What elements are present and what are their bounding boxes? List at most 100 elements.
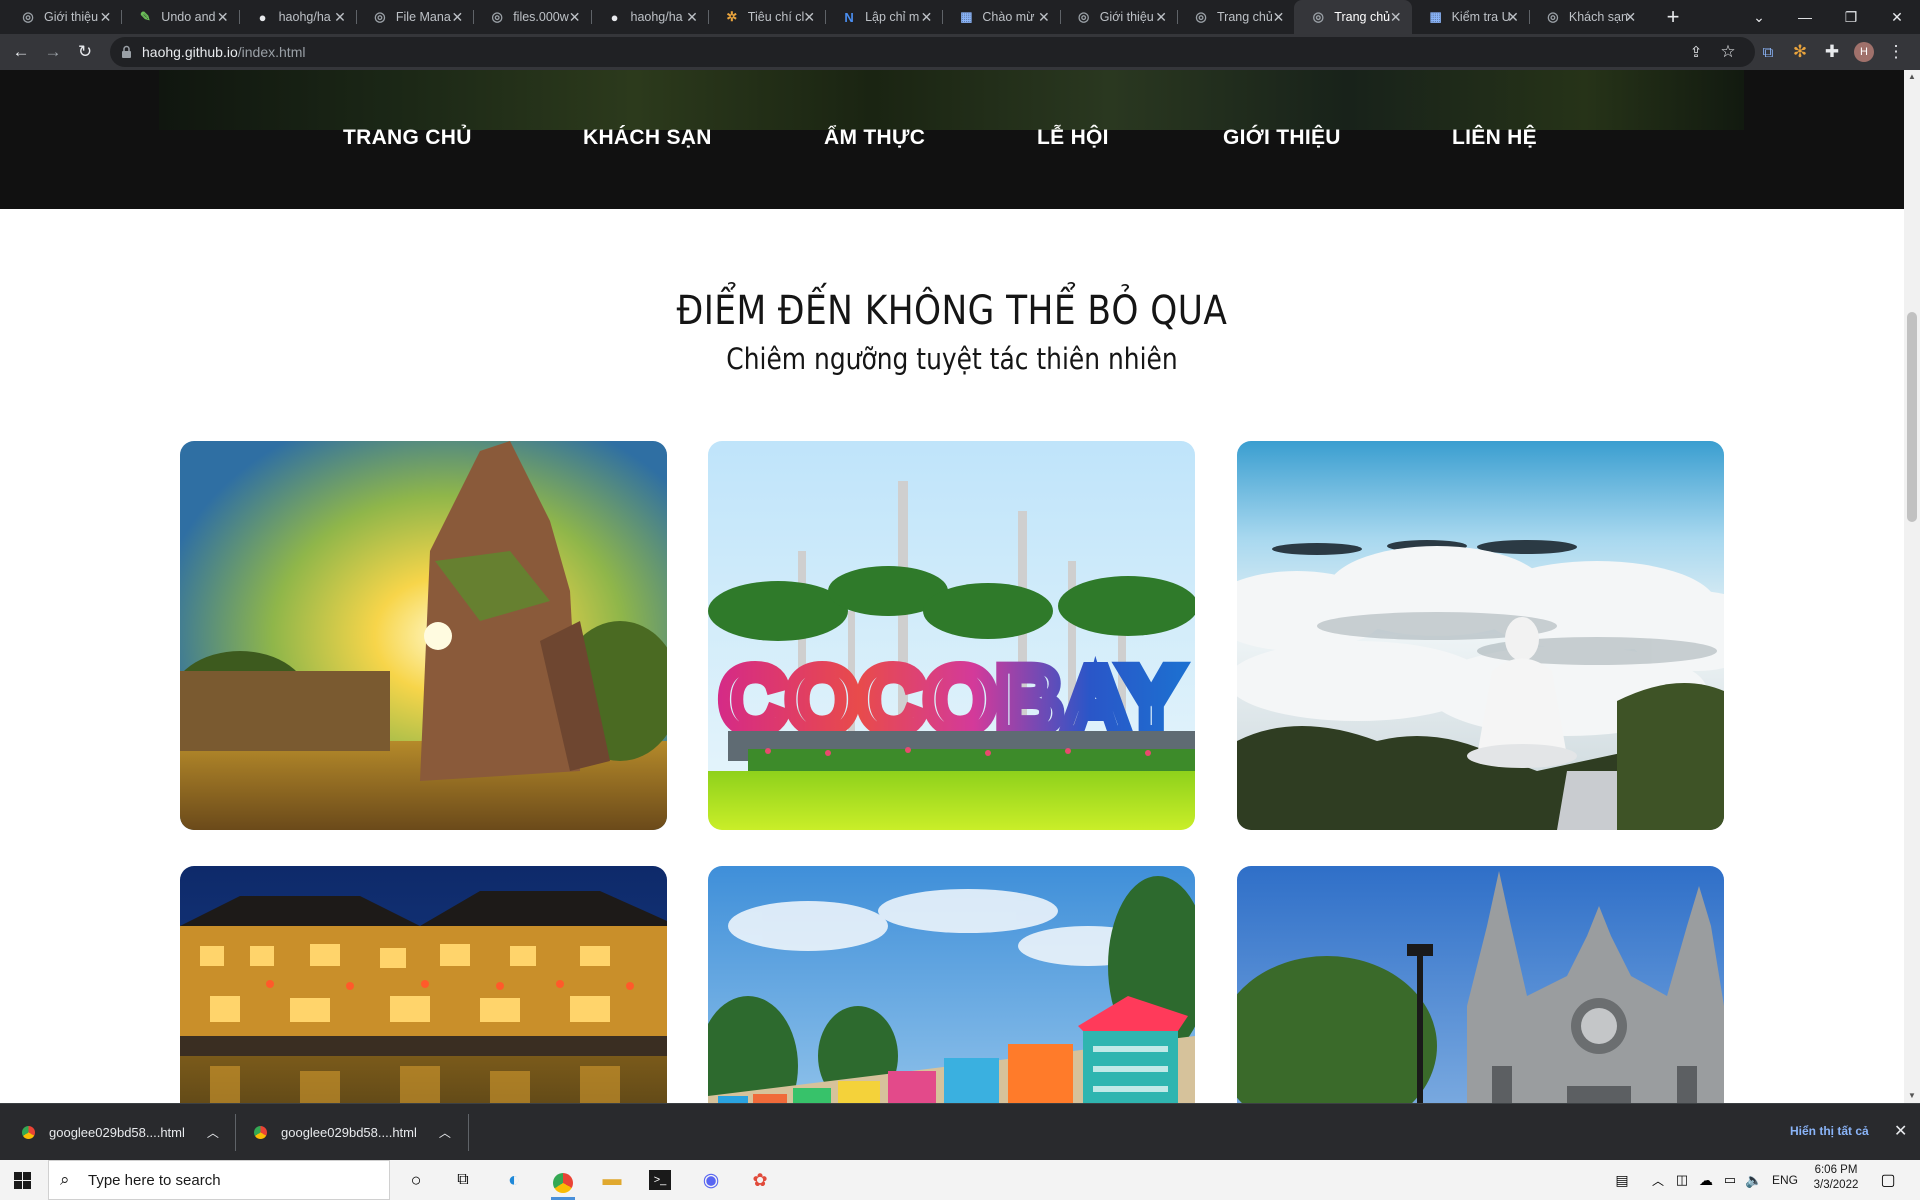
restore-icon[interactable]: ❐ <box>1828 0 1874 34</box>
onedrive-icon[interactable]: ☁ <box>1694 1168 1718 1192</box>
nav-trang-chu[interactable]: TRANG CHỦ <box>343 126 472 150</box>
browser-tab[interactable]: ● haohg/ha ✕ <box>591 0 708 34</box>
close-tab-icon[interactable]: ✕ <box>1507 9 1519 26</box>
download-item-2[interactable]: googlee029bd58....html ︿ <box>254 1104 451 1161</box>
back-icon[interactable]: ← <box>9 40 33 64</box>
scroll-down-arrow-icon[interactable]: ▼ <box>1908 1091 1916 1100</box>
tab-title: Chào mừ <box>982 10 1035 24</box>
taskbar-search-box[interactable]: ⌕ Type here to search <box>48 1160 390 1200</box>
file-explorer-icon[interactable]: ▬ <box>600 1168 624 1192</box>
app-icon[interactable]: ✿ <box>748 1168 772 1192</box>
destination-card-beach-huts[interactable] <box>708 866 1195 1103</box>
close-tab-icon[interactable]: ✕ <box>100 9 112 26</box>
nav-gioi-thieu[interactable]: GIỚI THIỆU <box>1223 126 1341 150</box>
hero-image-strip <box>159 70 1744 130</box>
close-shelf-icon[interactable]: ✕ <box>1894 1121 1907 1141</box>
browser-tab[interactable]: ◎ Giới thiệu ✕ <box>1060 0 1177 34</box>
profile-avatar[interactable]: H <box>1854 42 1874 62</box>
destination-card-cocobay[interactable]: COCOBAY <box>708 441 1195 830</box>
tab-separator <box>942 10 944 24</box>
nav-khach-san[interactable]: KHÁCH SẠN <box>583 126 712 150</box>
browser-tab[interactable]: ▦ Kiểm tra U ✕ <box>1412 0 1529 34</box>
address-bar[interactable]: haohg.github.io/index.html ⇪ ☆ <box>110 37 1755 67</box>
menu-kebab-icon[interactable]: ⋮ <box>1884 40 1908 64</box>
page-viewport: TRANG CHỦ KHÁCH SẠN ẨM THỰC LỄ HỘI GIỚI … <box>0 70 1904 1103</box>
nav-le-hoi[interactable]: LỄ HỘI <box>1037 126 1109 150</box>
news-widget-icon[interactable]: ▤ <box>1610 1168 1634 1192</box>
nav-am-thuc[interactable]: ẨM THỰC <box>824 126 925 150</box>
browser-tab[interactable]: ◎ Khách sạn ✕ <box>1529 0 1646 34</box>
terminal-icon[interactable]: >_ <box>649 1170 671 1190</box>
close-tab-icon[interactable]: ✕ <box>217 9 229 26</box>
new-tab-button[interactable]: + <box>1650 0 1696 34</box>
close-tab-icon[interactable]: ✕ <box>334 9 346 26</box>
chrome-file-icon <box>22 1126 35 1139</box>
temple-image <box>180 441 667 830</box>
destination-card-hoi-an[interactable] <box>180 866 667 1103</box>
windows-start-icon[interactable] <box>14 1172 31 1189</box>
close-tab-icon[interactable]: ✕ <box>921 9 933 26</box>
extension-icon[interactable]: ✻ <box>1788 40 1812 64</box>
chevron-up-icon[interactable]: ︿ <box>207 1124 219 1141</box>
volume-icon[interactable]: 🔈 <box>1742 1168 1766 1192</box>
chrome-taskbar-icon[interactable] <box>551 1168 575 1200</box>
reload-icon[interactable]: ↻ <box>73 40 97 64</box>
nav-lien-he[interactable]: LIÊN HỆ <box>1452 126 1537 150</box>
close-tab-icon[interactable]: ✕ <box>451 9 463 26</box>
notification-center-icon[interactable]: ▢ <box>1876 1168 1900 1192</box>
discord-icon[interactable]: ◉ <box>699 1168 723 1192</box>
browser-tab[interactable]: ▦ Chào mừ ✕ <box>942 0 1059 34</box>
task-view-icon[interactable]: ⧉ <box>451 1168 475 1192</box>
close-tab-icon[interactable]: ✕ <box>686 9 698 26</box>
destination-card-buddha[interactable] <box>1237 441 1724 830</box>
cortana-icon[interactable]: ○ <box>404 1168 428 1192</box>
edge-icon[interactable]: ◐ <box>502 1168 526 1192</box>
close-tab-icon[interactable]: ✕ <box>1155 9 1167 26</box>
site-header: TRANG CHỦ KHÁCH SẠN ẨM THỰC LỄ HỘI GIỚI … <box>0 70 1904 209</box>
browser-tab[interactable]: ◎ files.000w ✕ <box>473 0 590 34</box>
chevron-up-icon[interactable]: ︿ <box>439 1124 451 1141</box>
close-tab-icon[interactable]: ✕ <box>1390 9 1402 26</box>
chrome-logo-icon <box>553 1172 573 1193</box>
minimize-icon[interactable]: — <box>1782 0 1828 34</box>
browser-tab[interactable]: ✎ Undo and ✕ <box>121 0 238 34</box>
close-tab-icon[interactable]: ✕ <box>1038 9 1050 26</box>
lock-icon[interactable] <box>121 45 132 59</box>
browser-tab[interactable]: ● haohg/ha ✕ <box>239 0 356 34</box>
show-all-downloads-link[interactable]: Hiển thị tất cả <box>1790 1124 1869 1138</box>
close-tab-icon[interactable]: ✕ <box>1624 9 1636 26</box>
close-tab-icon[interactable]: ✕ <box>803 9 815 26</box>
browser-tab[interactable]: ◎ Trang chủ ✕ <box>1294 0 1412 34</box>
puzzle-extensions-icon[interactable]: ✚ <box>1820 40 1844 64</box>
browser-tab[interactable]: ◎ Trang chủ ✕ <box>1177 0 1294 34</box>
download-item-1[interactable]: googlee029bd58....html ︿ <box>22 1104 219 1161</box>
tab-search-icon[interactable]: ⌄ <box>1736 0 1782 34</box>
destination-card-cathedral[interactable] <box>1237 866 1724 1103</box>
camera-icon[interactable]: ◫ <box>1670 1168 1694 1192</box>
scroll-up-arrow-icon[interactable]: ▲ <box>1908 72 1916 81</box>
share-icon[interactable]: ⇪ <box>1684 40 1708 64</box>
browser-tab[interactable]: ✲ Tiêu chí cl ✕ <box>708 0 825 34</box>
browser-tab[interactable]: N Lập chỉ m ✕ <box>825 0 942 34</box>
windows-taskbar: ⌕ Type here to search ○ ⧉ ◐ ▬ >_ ◉ ✿ ▤ ︿… <box>0 1160 1920 1200</box>
tray-chevron-icon[interactable]: ︿ <box>1646 1168 1670 1192</box>
language-indicator[interactable]: ENG <box>1772 1173 1798 1187</box>
clock[interactable]: 6:06 PM 3/3/2022 <box>1810 1164 1862 1191</box>
page-scrollbar[interactable]: ▲ ▼ <box>1904 70 1920 1103</box>
browser-tab[interactable]: ◎ Giới thiệu ✕ <box>4 0 121 34</box>
browser-tab[interactable]: ◎ File Mana ✕ <box>356 0 473 34</box>
close-window-icon[interactable]: ✕ <box>1874 0 1920 34</box>
close-tab-icon[interactable]: ✕ <box>1273 9 1285 26</box>
store-icon: ▦ <box>960 9 973 24</box>
scrollbar-thumb[interactable] <box>1907 312 1917 522</box>
network-icon[interactable]: ▭ <box>1718 1168 1742 1192</box>
chrome-file-icon <box>254 1126 267 1139</box>
close-tab-icon[interactable]: ✕ <box>569 9 581 26</box>
translate-icon[interactable]: ⧉ <box>1756 40 1780 64</box>
tab-title: haohg/ha <box>630 10 683 24</box>
globe-icon: ◎ <box>22 9 34 24</box>
destination-card-my-son[interactable] <box>180 441 667 830</box>
tab-separator <box>355 10 357 24</box>
bookmark-star-icon[interactable]: ☆ <box>1716 40 1740 64</box>
forward-icon[interactable]: → <box>41 40 65 64</box>
